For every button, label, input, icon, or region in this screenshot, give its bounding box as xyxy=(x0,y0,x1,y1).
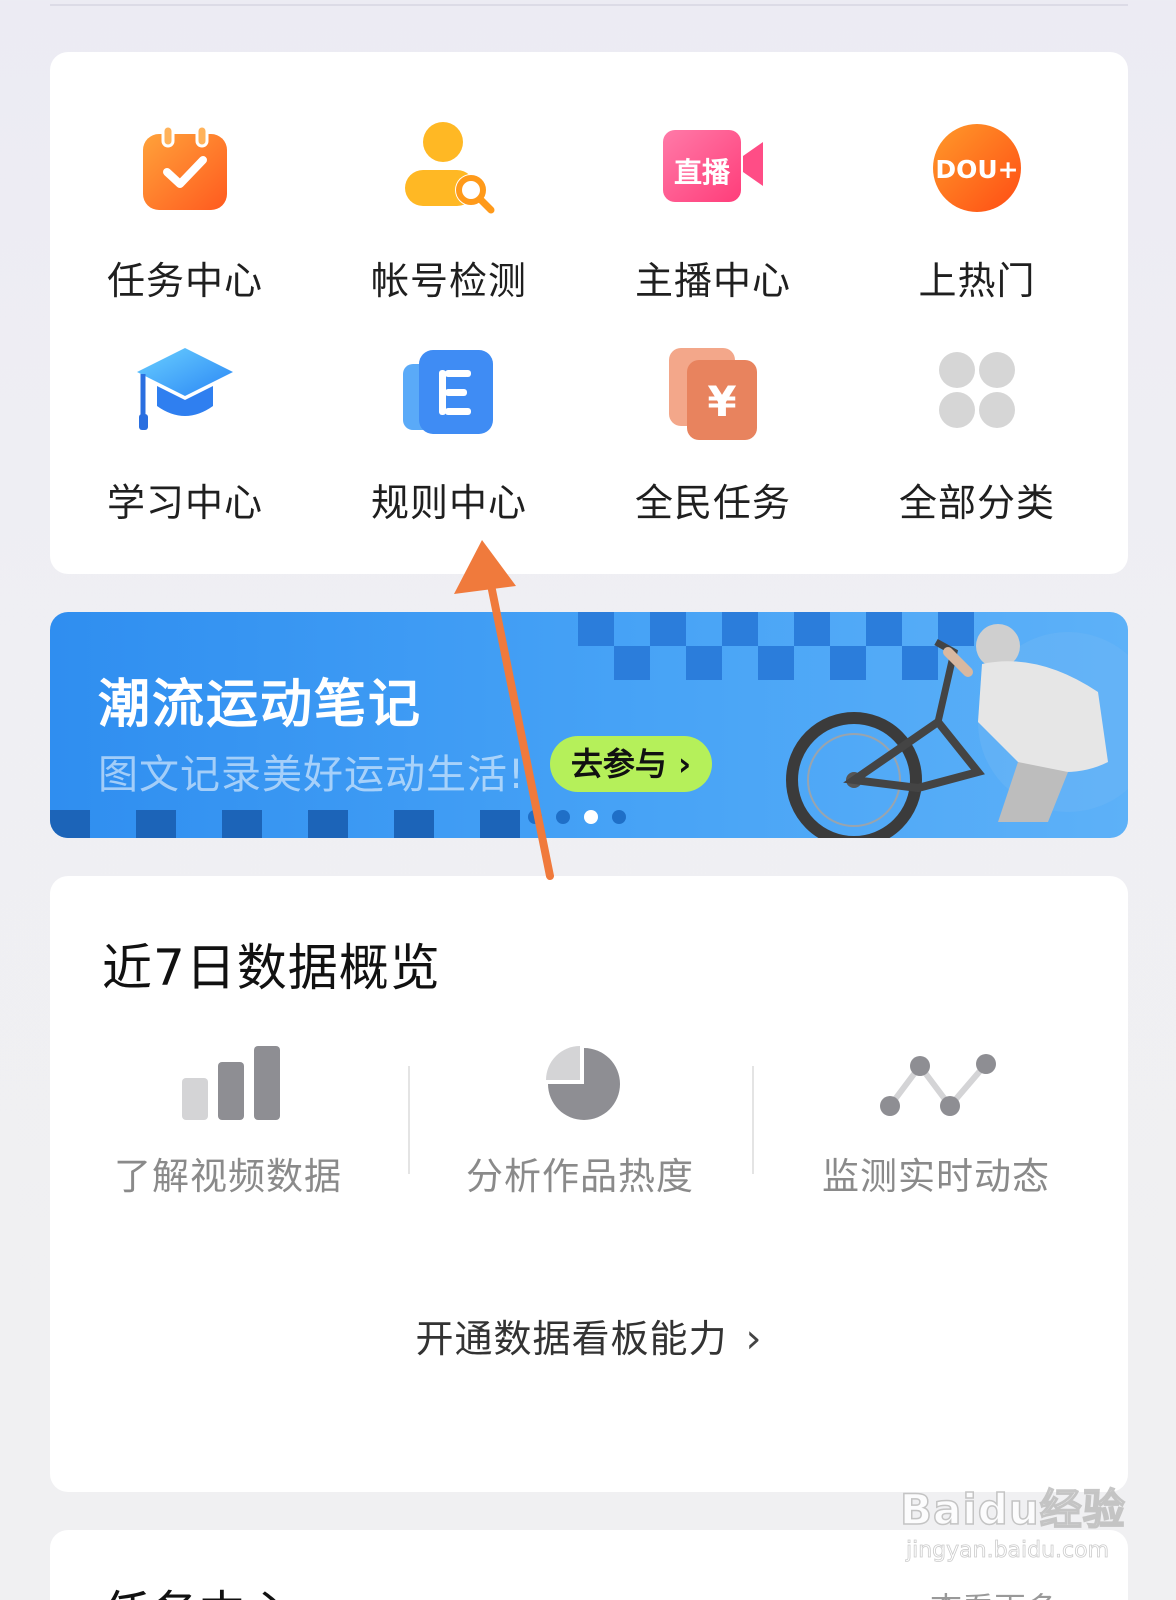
tool-public-tasks[interactable]: ¥ 全民任务 xyxy=(578,342,848,562)
open-dashboard-label: 开通数据看板能力 xyxy=(415,1317,728,1361)
banner-pattern xyxy=(686,646,722,680)
live-camera-icon: 直播 xyxy=(663,130,763,202)
tool-task-center[interactable]: 任务中心 xyxy=(50,120,320,340)
grid-dots-icon xyxy=(939,352,1015,428)
stat-content-heat[interactable]: 分析作品热度 xyxy=(400,1046,760,1206)
carousel-dot[interactable] xyxy=(612,810,626,824)
tool-label: 主播中心 xyxy=(634,259,791,303)
stat-label: 监测实时动态 xyxy=(822,1155,1050,1198)
data-overview-card: 近7日数据概览 了解视频数据 分析作品热度 监测实时动态 开通数据看板能力 › xyxy=(50,876,1128,1492)
bar-chart-icon xyxy=(182,1046,280,1120)
banner-join-label: 去参与 xyxy=(570,745,667,783)
banner-pattern xyxy=(136,810,176,838)
annotation-arrow-icon xyxy=(454,540,554,880)
tool-label: 学习中心 xyxy=(106,481,263,525)
open-dashboard-link[interactable]: 开通数据看板能力 › xyxy=(50,1308,1128,1363)
chevron-right-icon: › xyxy=(745,1316,763,1362)
yuan-cards-icon: ¥ xyxy=(669,348,757,440)
banner-pattern xyxy=(222,810,262,838)
svg-text:¥: ¥ xyxy=(707,377,736,426)
baidu-watermark: Baidu经验 jingyan.baidu.com xyxy=(880,1468,1140,1578)
top-divider xyxy=(50,4,1128,6)
tool-label: 上热门 xyxy=(918,259,1036,303)
stat-label: 了解视频数据 xyxy=(114,1155,342,1198)
banner-pattern xyxy=(614,646,650,680)
stat-realtime-trend[interactable]: 监测实时动态 xyxy=(756,1046,1116,1206)
section-title: 任务中心 xyxy=(102,1574,294,1600)
tool-label: 规则中心 xyxy=(370,481,527,525)
stat-label: 分析作品热度 xyxy=(466,1155,694,1198)
tool-label: 任务中心 xyxy=(106,259,263,303)
tool-rules-center[interactable]: 规则中心 xyxy=(314,342,584,562)
rules-document-icon xyxy=(403,350,493,434)
tool-label: 全民任务 xyxy=(634,481,791,525)
svg-text:DOU+: DOU+ xyxy=(935,155,1018,184)
stat-divider xyxy=(752,1066,754,1174)
tool-streamer-center[interactable]: 直播 主播中心 xyxy=(578,120,848,340)
tools-card: 任务中心 帐号检测 直播 主播中心 DOU+ 上热门 学习中心 规则中心 ¥ 全… xyxy=(50,52,1128,574)
banner-title: 潮流运动笔记 xyxy=(98,675,423,735)
stat-video-data[interactable]: 了解视频数据 xyxy=(48,1046,408,1206)
promo-banner[interactable]: 潮流运动笔记 图文记录美好运动生活! 去参与 › xyxy=(50,612,1128,838)
task-calendar-icon xyxy=(143,124,227,210)
account-check-icon xyxy=(405,122,495,214)
tool-label: 帐号检测 xyxy=(370,259,527,303)
graduation-cap-icon xyxy=(137,348,233,430)
tool-account-check[interactable]: 帐号检测 xyxy=(314,120,584,340)
svg-text:直播: 直播 xyxy=(674,156,731,189)
banner-pattern xyxy=(50,810,90,838)
bmx-rider-image xyxy=(786,624,1128,838)
banner-pattern xyxy=(394,810,434,838)
banner-pattern xyxy=(578,612,614,646)
carousel-dot-active[interactable] xyxy=(584,810,598,824)
line-trend-icon xyxy=(880,1054,996,1116)
view-more-link[interactable]: 查看更多 xyxy=(930,1584,1058,1600)
tool-dou-plus[interactable]: DOU+ 上热门 xyxy=(842,120,1112,340)
banner-pattern xyxy=(650,612,686,646)
banner-pattern xyxy=(722,612,758,646)
tool-label: 全部分类 xyxy=(898,481,1055,525)
watermark-brand: Baidu经验 xyxy=(899,1484,1126,1535)
watermark-url: jingyan.baidu.com xyxy=(906,1538,1110,1564)
section-title: 近7日数据概览 xyxy=(102,939,441,997)
banner-pattern xyxy=(308,810,348,838)
pie-chart-icon xyxy=(546,1046,620,1120)
dou-plus-icon: DOU+ xyxy=(933,124,1021,212)
tool-learning-center[interactable]: 学习中心 xyxy=(50,342,320,562)
tool-all-categories[interactable]: 全部分类 xyxy=(842,342,1112,562)
